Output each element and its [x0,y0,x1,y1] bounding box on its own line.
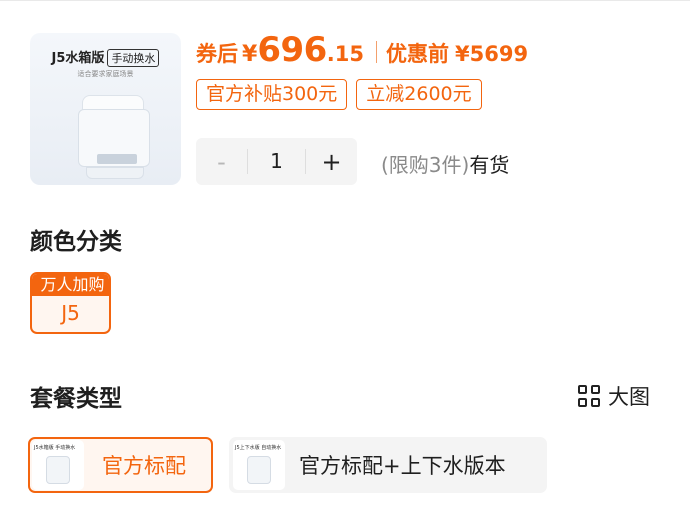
promo-tags: 官方补贴300元 立减2600元 [196,79,482,110]
quantity-input[interactable]: 1 [247,149,306,174]
thumbnail-tag: 手动换水 [107,49,160,67]
price-divider [376,41,377,63]
package-section-title: 套餐类型 [30,386,122,412]
package-option-standard[interactable]: J5水箱版 手动换水 官方标配 [28,437,213,493]
increase-button[interactable]: + [306,148,357,176]
price-row: 券后 ¥ 696 .15 优惠前 ¥5699 [196,30,528,74]
package-option-label: 官方标配 [102,454,186,478]
price-decimal: .15 [326,42,364,66]
purchase-limit: (限购3件)有货 [381,149,509,178]
color-section-title: 颜色分类 [30,229,122,255]
thumbnail-title: J5水箱版 手动换水 [30,47,181,67]
coupon-price-label: 券后 [196,42,238,66]
grid-icon [578,385,600,407]
top-divider [0,0,690,1]
product-thumbnail[interactable]: J5水箱版 手动换水 适合要求家庭场景 [30,33,181,185]
promo-tag-subsidy: 官方补贴300元 [196,79,348,110]
package-thumbnail: J5水箱版 手动换水 [32,440,84,490]
limit-text: (限购3件) [381,153,470,177]
large-image-label: 大图 [608,385,650,409]
stock-status: 有货 [469,153,510,177]
price-integer: 696 [257,30,327,70]
decrease-button[interactable]: - [196,148,247,176]
quantity-stepper: - 1 + [196,138,357,185]
original-price: ¥5699 [455,42,529,66]
package-thumbnail: J5上下水版 自动换水 [233,440,285,490]
color-option-j5[interactable]: 万人加购 J5 [30,272,111,334]
package-option-label: 官方标配+上下水版本 [299,454,506,478]
package-option-plumbed[interactable]: J5上下水版 自动换水 官方标配+上下水版本 [229,437,547,493]
currency-symbol: ¥ [242,42,258,67]
color-option-label: J5 [61,301,80,325]
thumbnail-subtitle: 适合要求家庭场景 [77,70,134,78]
original-price-label: 优惠前 [386,42,449,66]
product-image [78,95,154,181]
large-image-toggle[interactable]: 大图 [578,381,650,411]
popular-badge: 万人加购 [32,274,109,296]
promo-tag-discount: 立减2600元 [356,79,482,110]
